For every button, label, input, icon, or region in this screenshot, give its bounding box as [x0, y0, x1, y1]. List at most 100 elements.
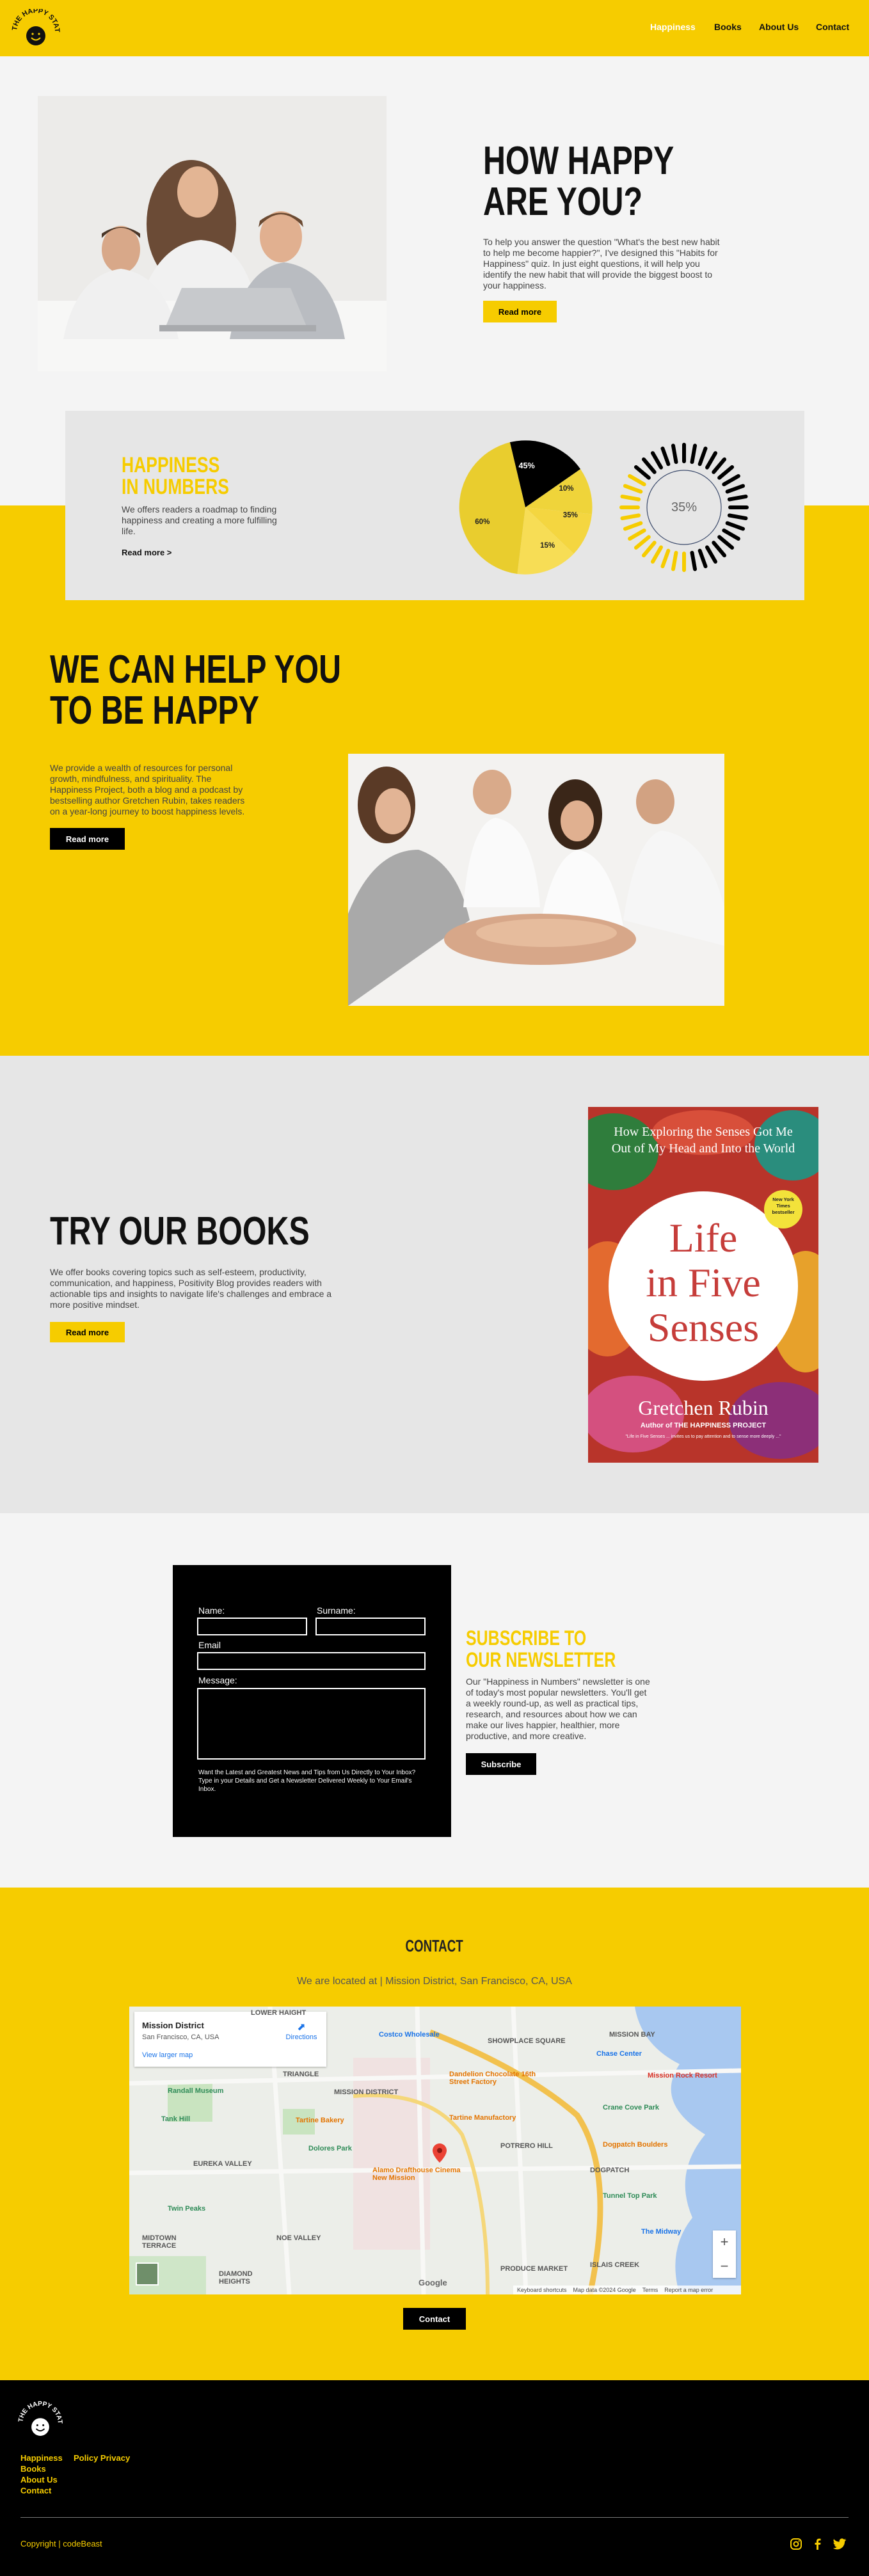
gauge-tick	[705, 545, 717, 564]
gauge-tick	[620, 494, 641, 502]
map-satellite-toggle[interactable]	[136, 2262, 159, 2286]
newsletter-title: SUBSCRIBE TO OUR NEWSLETTER	[466, 1627, 616, 1671]
book-author-sub: Author of THE HAPPINESS PROJECT	[640, 1422, 767, 1429]
facebook-icon[interactable]	[811, 2538, 824, 2550]
footer-link-happiness[interactable]: Happiness	[20, 2453, 63, 2463]
map-label: DIAMOND HEIGHTS	[219, 2270, 253, 2286]
google-logo: Google	[419, 2278, 447, 2287]
map-label: Tank Hill	[161, 2115, 191, 2123]
twitter-icon[interactable]	[833, 2538, 847, 2550]
nav-contact[interactable]: Contact	[816, 22, 849, 32]
map-label: Dolores Park	[308, 2145, 352, 2152]
site-logo[interactable]: THE HAPPY STATE	[8, 3, 61, 47]
gauge-tick	[717, 535, 735, 550]
nav-books[interactable]: Books	[714, 22, 742, 32]
map-label: The Midway	[641, 2228, 682, 2236]
book-title-line1: Life	[669, 1215, 738, 1260]
help-text: We provide a wealth of resources for per…	[50, 763, 245, 816]
logo-smiley-icon: THE HAPPY STATE	[8, 3, 61, 45]
help-read-more-button[interactable]: Read more	[50, 828, 125, 850]
gauge-tick	[628, 529, 646, 541]
map-pin-icon	[433, 2143, 447, 2166]
email-label: Email	[198, 1640, 221, 1650]
pie-label-35: 35%	[563, 512, 578, 520]
gauge-tick	[628, 474, 646, 486]
gauge-tick	[651, 451, 663, 470]
zoom-out-button[interactable]: −	[713, 2255, 736, 2278]
map-label: ISLAIS CREEK	[590, 2261, 640, 2269]
gauge-tick	[651, 545, 663, 564]
hero-text: To help you answer the question "What's …	[483, 237, 720, 290]
newsletter-form: Name: Surname: Email Message: Want the L…	[173, 1565, 451, 1837]
pie-label-60: 60%	[475, 518, 490, 526]
hero-title-line1: HOW HAPPY	[483, 139, 674, 183]
hero-title-line2: ARE YOU?	[483, 180, 643, 224]
google-map[interactable]: Mission District San Francisco, CA, USA …	[129, 2007, 741, 2294]
hero-title: HOW HAPPY ARE YOU?	[483, 141, 728, 223]
map-report-link[interactable]: Report a map error	[664, 2287, 713, 2293]
map-keyboard-shortcuts[interactable]: Keyboard shortcuts	[517, 2287, 567, 2293]
map-label: Dandelion Chocolate 16th Street Factory	[449, 2071, 536, 2086]
message-textarea[interactable]	[197, 1688, 426, 1760]
map-label: Chase Center	[596, 2050, 642, 2058]
map-label: Crane Cove Park	[603, 2104, 660, 2111]
nav-happiness[interactable]: Happiness	[650, 22, 696, 32]
book-quote: "Life in Five Senses ... invites us to p…	[625, 1435, 781, 1439]
map-label: TRIANGLE	[283, 2071, 319, 2078]
hero-read-more-button[interactable]: Read more	[483, 301, 557, 322]
nav-about-us[interactable]: About Us	[759, 22, 799, 32]
book-title: Life in Five Senses	[614, 1216, 793, 1350]
book-cover[interactable]: How Exploring the Senses Got Me Out of M…	[588, 1107, 818, 1463]
map-label: NOE VALLEY	[276, 2234, 321, 2242]
books-title-text: TRY OUR BOOKS	[50, 1209, 310, 1253]
map-label: EUREKA VALLEY	[193, 2160, 252, 2168]
map-terms-link[interactable]: Terms	[642, 2287, 658, 2293]
books-title: TRY OUR BOOKS	[50, 1211, 383, 1252]
name-label: Name:	[198, 1605, 225, 1616]
help-title-line2: TO BE HAPPY	[50, 688, 259, 733]
subscribe-button[interactable]: Subscribe	[466, 1753, 536, 1775]
numbers-card: HAPPINESS IN NUMBERS We offers readers a…	[65, 411, 804, 600]
zoom-in-button[interactable]: +	[713, 2230, 736, 2254]
gauge-tick	[698, 446, 708, 466]
gauge-tick	[722, 529, 740, 541]
footer-link-contact[interactable]: Contact	[20, 2486, 51, 2495]
name-input[interactable]	[197, 1618, 307, 1635]
gauge-tick	[623, 484, 643, 494]
newsletter-text: Our "Happiness in Numbers" newsletter is…	[466, 1676, 650, 1741]
map-label: PRODUCE MARKET	[500, 2265, 568, 2273]
footer-link-policy-privacy[interactable]: Policy Privacy	[74, 2453, 130, 2463]
email-input[interactable]	[197, 1652, 426, 1670]
gauge-tick	[642, 457, 657, 474]
numbers-read-more-link[interactable]: Read more >	[122, 548, 171, 557]
map-zoom-controls: + −	[713, 2230, 736, 2278]
contact-button[interactable]: Contact	[403, 2308, 466, 2330]
map-label: MIDTOWN TERRACE	[142, 2234, 177, 2250]
gauge-tick	[722, 474, 740, 486]
numbers-title-line2: IN NUMBERS	[122, 475, 229, 499]
books-read-more-button[interactable]: Read more	[50, 1322, 125, 1342]
site-footer: THE HAPPY STATE Happiness Policy Privacy…	[0, 2380, 869, 2576]
footer-link-books[interactable]: Books	[20, 2464, 46, 2474]
gauge-tick	[725, 521, 745, 531]
footer-link-about-us[interactable]: About Us	[20, 2475, 58, 2485]
numbers-pie-chart: 45% 10% 35% 15% 60%	[459, 440, 593, 575]
footer-logo[interactable]: THE HAPPY STATE	[15, 2397, 64, 2439]
help-photo	[348, 754, 724, 1006]
map-label: Tartine Bakery	[296, 2117, 344, 2124]
instagram-icon[interactable]	[790, 2538, 802, 2550]
surname-input[interactable]	[315, 1618, 426, 1635]
gauge-tick	[671, 550, 678, 571]
map-label: Twin Peaks	[168, 2205, 206, 2213]
contact-title-text: CONTACT	[405, 1936, 464, 1955]
newsletter-title-line1: SUBSCRIBE TO	[466, 1626, 587, 1650]
message-label: Message:	[198, 1675, 237, 1685]
book-title-line3: Senses	[647, 1305, 760, 1350]
book-author: Gretchen Rubin	[638, 1396, 769, 1419]
gauge-tick	[620, 513, 641, 521]
map-data-credit: Map data ©2024 Google	[573, 2287, 636, 2293]
contact-title: CONTACT	[0, 1936, 869, 1956]
map-label: Randall Museum	[168, 2087, 224, 2095]
map-footer: Keyboard shortcuts Map data ©2024 Google…	[513, 2286, 741, 2294]
gauge-tick	[660, 548, 671, 569]
